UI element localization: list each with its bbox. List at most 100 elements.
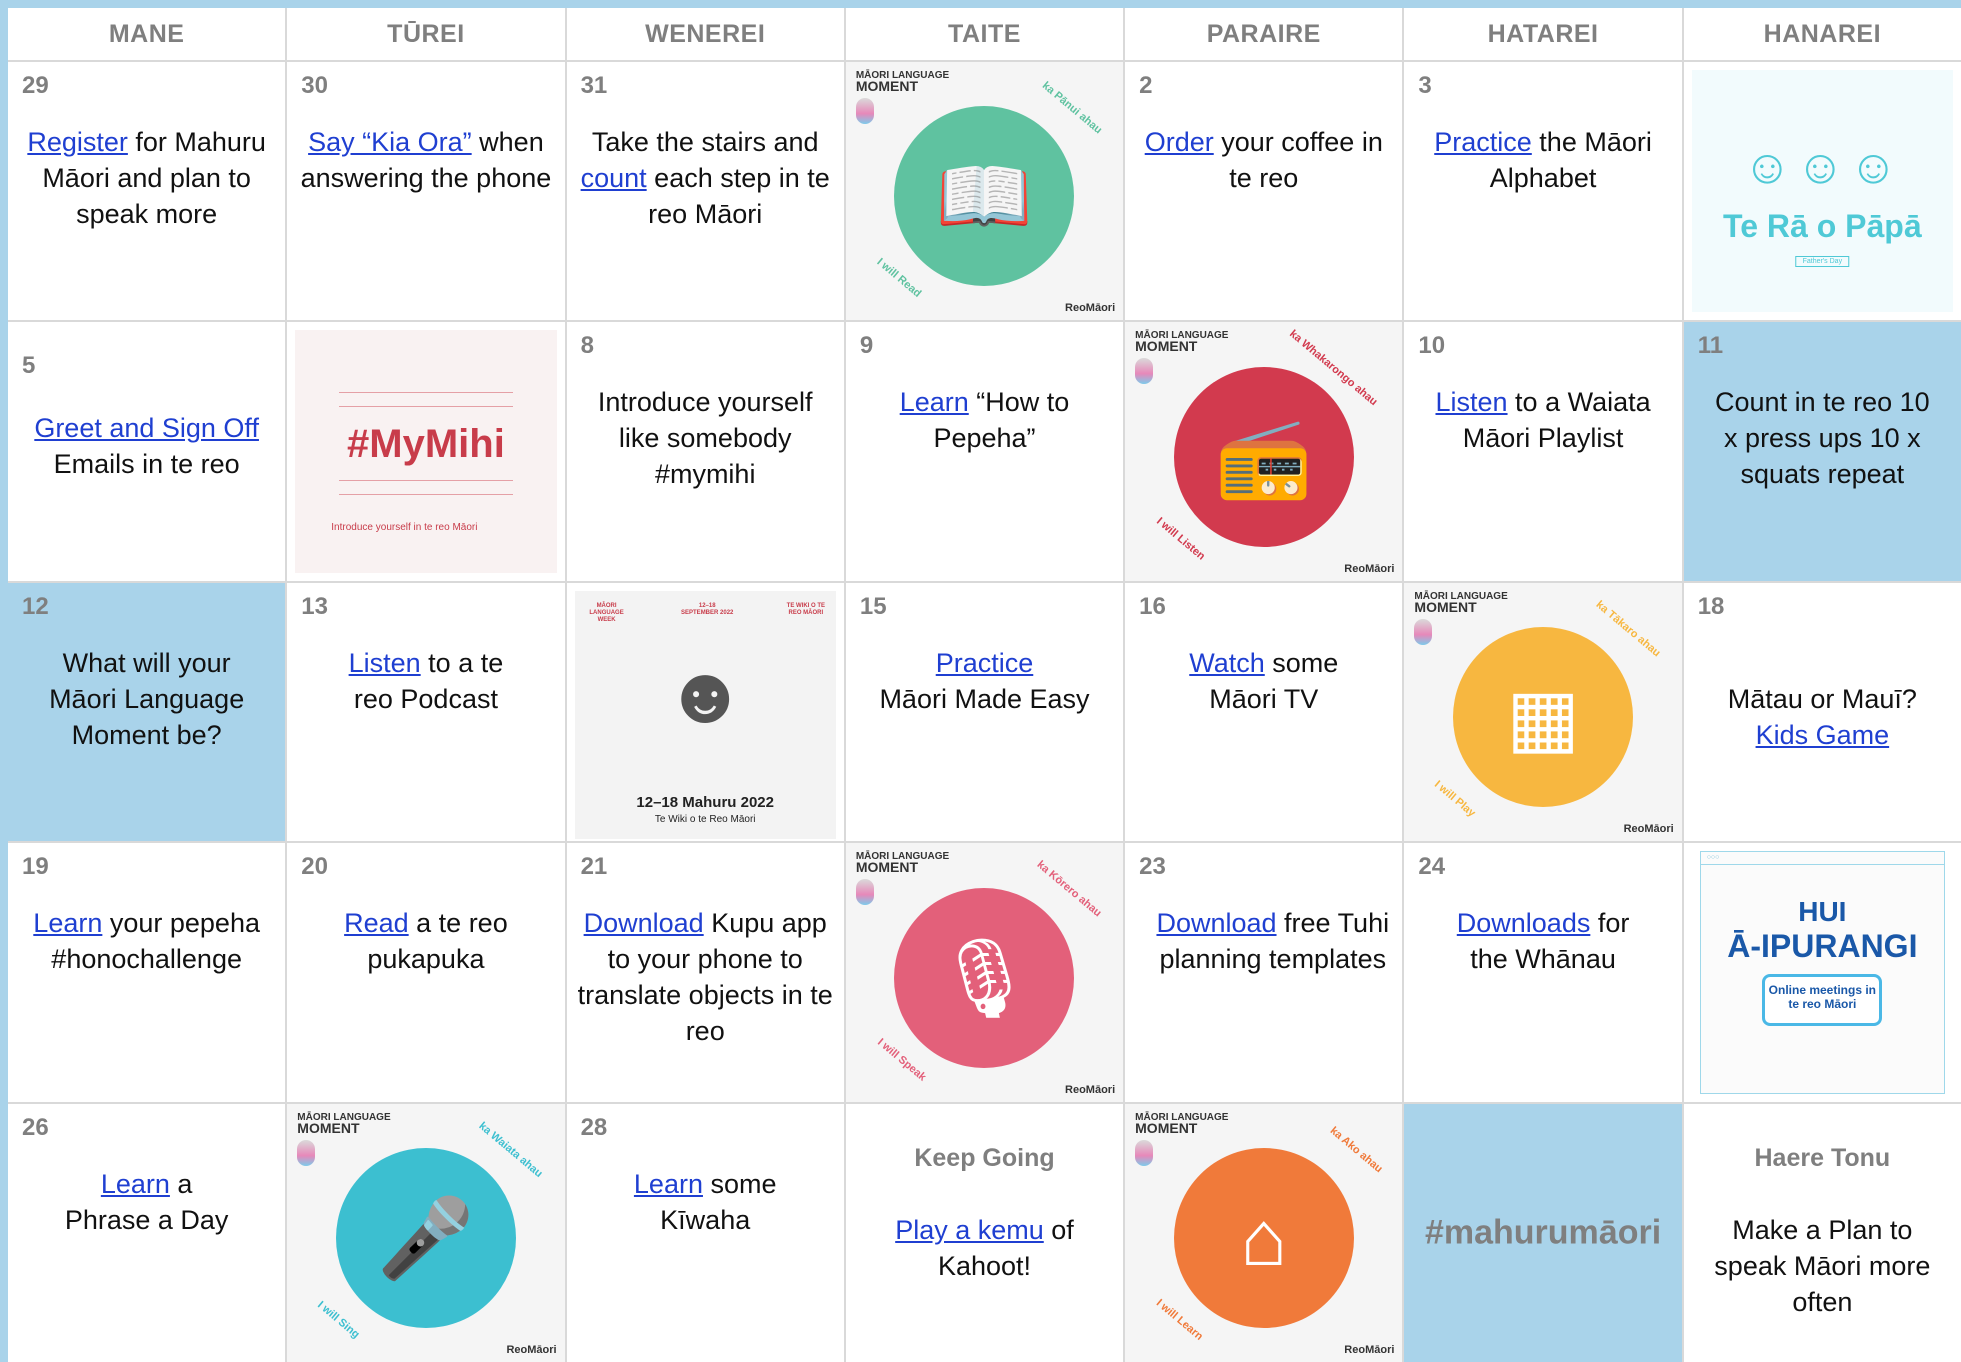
haere-tonu-title: Haere Tonu [1754,1143,1891,1172]
cube-icon: ▦ [1506,673,1580,762]
day-number: 10 [1418,332,1446,360]
activity-text: Mātau or Mauī? Kids Game [1727,683,1917,750]
play-moment-tile[interactable]: MĀORI LANGUAGE MOMENT ▦ ka Tākaro ahau I … [1404,582,1682,842]
reo-maori-logo: ReoMāori [1065,302,1116,315]
moment-graphic: MĀORI LANGUAGE MOMENT 📻 ka Whakarongo aha… [1125,322,1403,581]
header-taite: TAITE [845,8,1124,60]
tiki-logo-icon [297,1139,316,1166]
practice-maori-made-easy-link[interactable]: Practice [936,648,1034,678]
keep-going-title: Keep Going [914,1143,1055,1172]
day-cell-20: 20 Read a te reo pukapuka [287,843,565,1102]
day-number: 11 [1697,332,1724,360]
learn-pepeha-link[interactable]: Learn [900,387,969,417]
day-cell-24: 24 Downloads for the Whānau [1404,843,1682,1102]
register-link[interactable]: Register [27,127,128,157]
play-kemu-link[interactable]: Play a kemu [895,1215,1044,1245]
read-pukapuka-link[interactable]: Read [344,908,409,938]
watch-maori-tv-link[interactable]: Watch [1189,648,1265,678]
reo-maori-logo: ReoMāori [1344,1343,1395,1356]
day-cell-11: 11 Count in te reo 10 x press ups 10 x s… [1683,322,1961,581]
learn-pepeha-challenge-link[interactable]: Learn [33,908,102,938]
activity-text: Learn some Kīwaha [633,1168,777,1235]
listen-playlist-link[interactable]: Listen [1435,387,1507,417]
microphone-icon: 🎙 [934,933,1034,1022]
sing-moment-tile[interactable]: MĀORI LANGUAGE MOMENT 🎤 ka Waiata ahau I … [287,1103,565,1362]
meeting-house-icon: ⌂ [1240,1193,1288,1282]
reo-maori-logo: ReoMāori [1065,1083,1116,1096]
learn-phrase-link[interactable]: Learn [101,1169,170,1199]
day-number: 3 [1418,72,1432,99]
fathers-day-graphic: ☺☺☺ Te Rā o Pāpā Father's Day [1691,70,1953,313]
moment-arc-english: I will Sing [315,1299,362,1341]
day-cell-9: 9 Learn “How to Pepeha” [845,322,1124,581]
day-number: 24 [1418,853,1446,881]
mahurumaori-hashtag: #mahurumāori [1424,1213,1662,1252]
day-number: 18 [1697,592,1725,620]
activity-text: Read a te reo pukapuka [344,908,508,975]
haere-tonu-cell: Haere Tonu Make a Plan to speak Māori mo… [1683,1103,1961,1362]
poster-title: 12–18 Mahuru 2022 [636,794,774,812]
day-number: 12 [22,592,49,620]
deco-line [339,406,513,408]
hui-title-2: Ā-IPURANGI [1727,928,1918,965]
activity-text: Introduce yourself like somebody #mymihi [597,387,813,490]
activity-text: What will your Māori Language Moment be? [49,647,245,750]
count-link[interactable]: count [581,163,647,193]
day-cell-30: 30 Say “Kia Ora” when answering the phon… [287,62,565,321]
learn-moment-tile[interactable]: MĀORI LANGUAGE MOMENT ⌂ ka Ako ahau I wil… [1125,1103,1403,1362]
tiki-logo-icon [1135,358,1154,385]
activity-text: Practice the Māori Alphabet [1434,127,1652,193]
listen-podcast-link[interactable]: Listen [349,648,421,678]
moment-label: MĀORI LANGUAGE MOMENT [855,851,950,876]
poster-subtitle: Te Wiki o te Reo Māori [654,814,756,826]
download-kupu-link[interactable]: Download [584,908,704,938]
reo-maori-logo: ReoMāori [1623,823,1674,836]
activity-text: Greet and Sign Off Emails in te reo [34,413,259,480]
header-turei: TŪREI [287,8,565,60]
day-number: 19 [22,853,49,881]
mymihi-tile[interactable]: #MyMihi Introduce yourself in te reo Māo… [287,322,565,581]
reo-maori-logo: ReoMāori [506,1343,557,1356]
day-cell-29: 29 Register for Mahuru Māori and plan to… [8,62,286,321]
day-number: 30 [301,72,328,99]
day-cell-23: 23 Download free Tuhi planning templates [1125,843,1403,1102]
read-moment-tile[interactable]: MĀORI LANGUAGE MOMENT 📖 ka Pānui ahau I w… [845,62,1124,321]
fathers-day-sub: Father's Day [1795,256,1850,267]
learn-kiwaha-link[interactable]: Learn [634,1169,703,1199]
fathers-day-tile[interactable]: ☺☺☺ Te Rā o Pāpā Father's Day [1683,62,1961,321]
day-number: 5 [22,352,36,380]
downloads-whanau-link[interactable]: Downloads [1457,908,1591,938]
day-number: 23 [1139,853,1166,881]
day-cell-2: 2 Order your coffee in te reo [1125,62,1403,321]
mymihi-caption: Introduce yourself in te reo Māori [331,522,478,534]
hui-title: HUI [1798,896,1847,928]
moment-arc-english: I will Play [1432,778,1479,820]
speak-moment-tile[interactable]: MĀORI LANGUAGE MOMENT 🎙 ka Kōrero ahau I … [845,843,1124,1102]
reo-maori-logo: ReoMāori [1344,562,1395,575]
moment-arc-english: I will Learn [1153,1297,1206,1343]
activity-text: Say “Kia Ora” when answering the phone [300,127,552,193]
moment-graphic: MĀORI LANGUAGE MOMENT ⌂ ka Ako ahau I wil… [1125,1103,1403,1362]
say-kia-ora-link[interactable]: Say “Kia Ora” [308,127,472,157]
listen-moment-tile[interactable]: MĀORI LANGUAGE MOMENT 📻 ka Whakarongo aha… [1125,322,1403,581]
order-link[interactable]: Order [1145,127,1214,157]
kids-game-link[interactable]: Kids Game [1756,720,1890,750]
day-cell-26: 26 Learn a Phrase a Day [8,1103,286,1362]
activity-text: Watch some Māori TV [1189,647,1339,714]
keep-going-cell: Keep Going Play a kemu of Kahoot! [845,1103,1124,1362]
activity-text: Download Kupu app to your phone to trans… [577,908,833,1047]
open-book-icon: 📖 [935,152,1034,241]
greet-sign-off-link[interactable]: Greet and Sign Off [34,413,259,443]
header-wenerei: WENEREI [566,8,844,60]
download-tuhi-link[interactable]: Download [1156,908,1276,938]
day-number: 16 [1139,592,1166,620]
moment-graphic: MĀORI LANGUAGE MOMENT ▦ ka Tākaro ahau I … [1404,582,1682,842]
day-cell-19: 19 Learn your pepeha #honochallenge [8,843,286,1102]
language-week-poster-tile[interactable]: MĀORI LANGUAGE WEEK 12–18 SEPTEMBER 2022… [566,582,844,842]
tiki-face-icon: ☻ [663,649,748,739]
hui-ipurangi-tile[interactable]: ○○○ HUI Ā-IPURANGI Online meetings in te… [1683,843,1961,1102]
practice-alphabet-link[interactable]: Practice [1434,127,1532,157]
hashtag-cell: #mahurumāori [1404,1103,1682,1362]
day-cell-3: 3 Practice the Māori Alphabet [1404,62,1682,321]
calendar-grid: MANE TŪREI WENEREI TAITE PARAIRE HATAREI… [8,8,1961,1362]
